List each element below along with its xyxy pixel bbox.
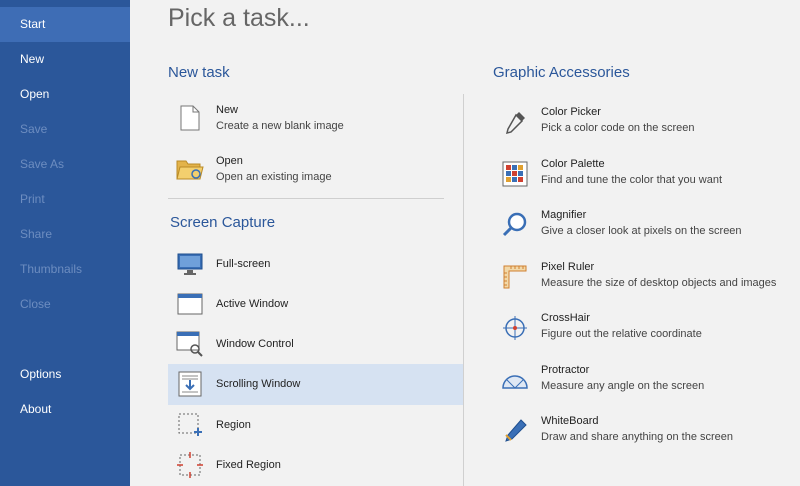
sidebar-item-save-as[interactable]: Save As bbox=[0, 147, 130, 182]
window-icon bbox=[176, 290, 204, 318]
accessory-item-magnifier[interactable]: Magnifier Give a closer look at pixels o… bbox=[493, 205, 793, 251]
new-task-item-new[interactable]: New Create a new blank image bbox=[168, 100, 444, 142]
item-title: Magnifier bbox=[541, 209, 587, 221]
capture-item-region[interactable]: Region bbox=[168, 405, 463, 445]
item-title: Color Palette bbox=[541, 158, 605, 170]
sidebar-item-about[interactable]: About bbox=[0, 392, 130, 427]
item-title: Window Control bbox=[216, 338, 294, 350]
item-desc: Pick a color code on the screen bbox=[541, 122, 695, 134]
accessory-item-color-picker[interactable]: Color Picker Pick a color code on the sc… bbox=[493, 102, 793, 148]
item-desc: Measure any angle on the screen bbox=[541, 380, 705, 392]
window-control-icon bbox=[176, 330, 204, 358]
item-title: Region bbox=[216, 419, 251, 431]
item-title: Color Picker bbox=[541, 106, 601, 118]
fixed-region-icon bbox=[176, 451, 204, 479]
protractor-icon bbox=[501, 366, 529, 394]
new-task-heading: New task bbox=[168, 64, 230, 81]
sidebar-item-label: New bbox=[20, 52, 45, 66]
sidebar-item-label: Close bbox=[20, 297, 51, 311]
pen-icon bbox=[501, 417, 529, 445]
item-title: Pixel Ruler bbox=[541, 261, 595, 273]
item-title: New bbox=[216, 104, 239, 116]
sidebar-item-print[interactable]: Print bbox=[0, 182, 130, 217]
capture-item-full-screen[interactable]: Full-screen bbox=[168, 244, 463, 284]
column-divider bbox=[463, 94, 464, 486]
item-desc: Measure the size of desktop objects and … bbox=[541, 277, 777, 289]
section-divider bbox=[168, 198, 444, 199]
palette-icon bbox=[501, 160, 529, 188]
accessory-item-protractor[interactable]: Protractor Measure any angle on the scre… bbox=[493, 360, 793, 406]
capture-item-window-control[interactable]: Window Control bbox=[168, 324, 463, 364]
sidebar-item-label: Start bbox=[20, 17, 46, 31]
sidebar-item-label: Save As bbox=[20, 157, 65, 171]
capture-item-fixed-region[interactable]: Fixed Region bbox=[168, 445, 463, 485]
sidebar-item-label: Open bbox=[20, 87, 50, 101]
ruler-icon bbox=[501, 263, 529, 291]
scrolling-window-icon bbox=[176, 370, 204, 398]
folder-open-icon bbox=[176, 155, 204, 183]
accessory-item-crosshair[interactable]: CrossHair Figure out the relative coordi… bbox=[493, 308, 793, 354]
screen-capture-heading: Screen Capture bbox=[170, 214, 276, 231]
item-title: Open bbox=[216, 155, 243, 167]
item-title: WhiteBoard bbox=[541, 415, 599, 427]
item-title: Scrolling Window bbox=[216, 378, 301, 390]
item-desc: Draw and share anything on the screen bbox=[541, 431, 734, 443]
item-title: Full-screen bbox=[216, 258, 271, 270]
region-icon bbox=[176, 411, 204, 439]
item-desc: Find and tune the color that you want bbox=[541, 174, 723, 186]
graphic-accessories-heading: Graphic Accessories bbox=[493, 64, 630, 81]
item-desc: Open an existing image bbox=[216, 171, 332, 183]
item-title: CrossHair bbox=[541, 312, 590, 324]
sidebar-item-label: Options bbox=[20, 367, 62, 381]
sidebar-item-share[interactable]: Share bbox=[0, 217, 130, 252]
item-desc: Create a new blank image bbox=[216, 120, 344, 132]
item-title: Active Window bbox=[216, 298, 289, 310]
sidebar-item-close[interactable]: Close bbox=[0, 287, 130, 322]
sidebar-item-label: About bbox=[20, 402, 52, 416]
sidebar: Start New Open Save Save As Print Share … bbox=[0, 0, 130, 486]
sidebar-item-new[interactable]: New bbox=[0, 42, 130, 77]
item-title: Protractor bbox=[541, 364, 590, 376]
item-desc: Figure out the relative coordinate bbox=[541, 328, 702, 340]
eyedropper-icon bbox=[501, 108, 529, 136]
item-title: Fixed Region bbox=[216, 459, 281, 471]
sidebar-item-label: Thumbnails bbox=[20, 262, 83, 276]
sidebar-item-options[interactable]: Options bbox=[0, 357, 130, 392]
main-panel: Pick a task... New task New Create a new… bbox=[130, 0, 800, 486]
sidebar-item-open[interactable]: Open bbox=[0, 77, 130, 112]
sidebar-item-thumbnails[interactable]: Thumbnails bbox=[0, 252, 130, 287]
sidebar-item-save[interactable]: Save bbox=[0, 112, 130, 147]
magnifier-icon bbox=[501, 211, 529, 239]
crosshair-icon bbox=[501, 314, 529, 342]
sidebar-item-label: Print bbox=[20, 192, 45, 206]
accessory-item-color-palette[interactable]: Color Palette Find and tune the color th… bbox=[493, 154, 793, 200]
monitor-icon bbox=[176, 250, 204, 278]
new-task-item-open[interactable]: Open Open an existing image bbox=[168, 151, 444, 193]
sidebar-item-label: Share bbox=[20, 227, 53, 241]
sidebar-item-label: Save bbox=[20, 122, 48, 136]
item-desc: Give a closer look at pixels on the scre… bbox=[541, 225, 742, 237]
page-title: Pick a task... bbox=[168, 4, 310, 32]
sidebar-item-start[interactable]: Start bbox=[0, 7, 130, 42]
capture-item-active-window[interactable]: Active Window bbox=[168, 284, 463, 324]
capture-item-scrolling-window[interactable]: Scrolling Window bbox=[168, 364, 463, 405]
accessory-item-whiteboard[interactable]: WhiteBoard Draw and share anything on th… bbox=[493, 411, 793, 457]
accessory-item-pixel-ruler[interactable]: Pixel Ruler Measure the size of desktop … bbox=[493, 257, 793, 303]
new-file-icon bbox=[176, 104, 204, 132]
